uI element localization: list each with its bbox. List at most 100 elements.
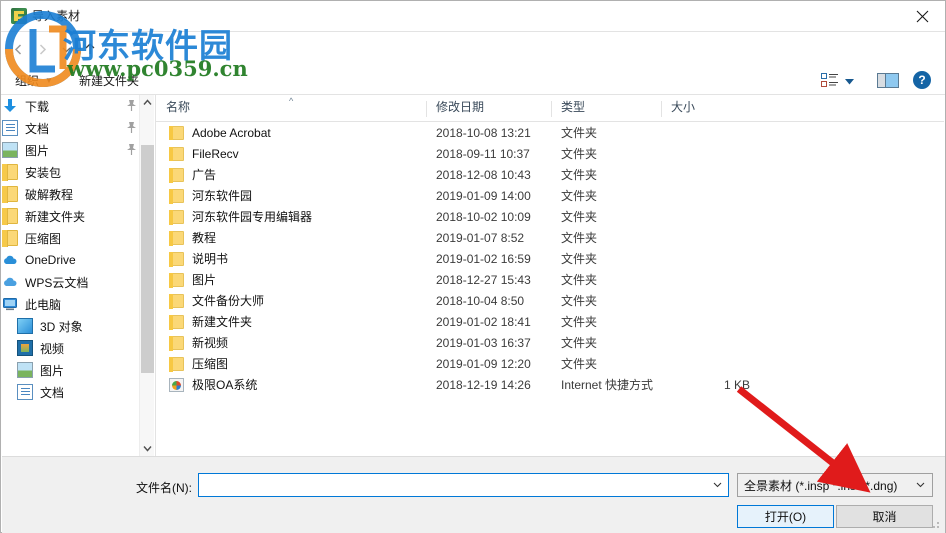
sidebar-item-label: 图片: [40, 363, 65, 378]
sidebar-item-13[interactable]: 文档: [2, 381, 154, 403]
table-row[interactable]: 河东软件园 2019-01-09 14:00 文件夹: [156, 185, 944, 206]
chevron-down-icon[interactable]: [914, 478, 927, 494]
cell-date: 2018-12-08 10:43: [436, 167, 531, 182]
folder-icon: [169, 356, 184, 372]
folder-icon: [2, 186, 18, 203]
table-row[interactable]: Adobe Acrobat 2018-10-08 13:21 文件夹: [156, 122, 944, 143]
close-icon[interactable]: [899, 1, 945, 31]
organize-button[interactable]: 组织 ▼: [15, 70, 53, 90]
arrow-right-icon[interactable]: [31, 38, 53, 60]
help-button[interactable]: ?: [913, 71, 931, 89]
sidebar-item-label: 压缩图: [25, 231, 62, 246]
cell-date: 2018-10-02 10:09: [436, 209, 531, 224]
sidebar-item-1[interactable]: 文档: [2, 117, 154, 139]
pin-icon[interactable]: [126, 99, 137, 112]
chevron-down-icon: ▼: [45, 75, 53, 85]
table-row[interactable]: 新视频 2019-01-03 16:37 文件夹: [156, 332, 944, 353]
new-folder-button[interactable]: 新建文件夹: [79, 70, 139, 90]
cancel-button[interactable]: 取消: [836, 505, 933, 528]
arrow-left-icon[interactable]: [7, 38, 29, 60]
folder-icon: [169, 209, 184, 225]
sidebar-item-6[interactable]: 压缩图: [2, 227, 154, 249]
sidebar-item-7[interactable]: OneDrive: [2, 249, 154, 271]
file-type-filter-combobox[interactable]: 全景素材 (*.insp *.insv *.dng): [737, 473, 933, 497]
table-row[interactable]: 图片 2018-12-27 15:43 文件夹: [156, 269, 944, 290]
arrow-up-icon[interactable]: [79, 38, 101, 60]
sidebar-item-9[interactable]: 此电脑: [2, 293, 154, 315]
table-row[interactable]: 文件备份大师 2018-10-04 8:50 文件夹: [156, 290, 944, 311]
pin-icon[interactable]: [126, 143, 137, 156]
cell-date: 2019-01-02 16:59: [436, 251, 531, 266]
sidebar-item-label: 安装包: [25, 165, 62, 180]
open-button[interactable]: 打开(O): [737, 505, 834, 528]
sidebar-item-12[interactable]: 图片: [2, 359, 154, 381]
folder-icon: [169, 335, 184, 351]
table-row[interactable]: 极限OA系统 2018-12-19 14:26 Internet 快捷方式 1 KB: [156, 374, 944, 395]
this-pc-icon: [2, 296, 18, 312]
cell-name: 广告: [156, 166, 426, 183]
resize-grip[interactable]: [930, 519, 942, 531]
table-row[interactable]: 教程 2019-01-07 8:52 文件夹: [156, 227, 944, 248]
cell-name: 图片: [156, 271, 426, 288]
sidebar-item-label: WPS云文档: [25, 275, 89, 290]
sidebar-item-5[interactable]: 新建文件夹: [2, 205, 154, 227]
pin-icon[interactable]: [126, 121, 137, 134]
folder-icon: [169, 293, 184, 309]
table-row[interactable]: 广告 2018-12-08 10:43 文件夹: [156, 164, 944, 185]
table-row[interactable]: 河东软件园专用编辑器 2018-10-02 10:09 文件夹: [156, 206, 944, 227]
filename-combobox[interactable]: [198, 473, 729, 497]
folder-icon: [169, 272, 184, 288]
filename-input[interactable]: [199, 475, 699, 495]
file-name: 文件备份大师: [192, 294, 265, 308]
chevron-down-icon[interactable]: [711, 478, 724, 494]
cell-date: 2018-10-04 8:50: [436, 293, 525, 308]
chevron-down-icon[interactable]: [55, 38, 77, 60]
sidebar-item-8[interactable]: WPS云文档: [2, 271, 154, 293]
onedrive-icon: [2, 252, 18, 268]
sidebar-item-2[interactable]: 图片: [2, 139, 154, 161]
file-name: 河东软件园专用编辑器: [192, 210, 313, 224]
scrollbar-thumb[interactable]: [141, 145, 154, 373]
cell-type: 文件夹: [561, 231, 598, 245]
cell-date: 2019-01-07 8:52: [436, 230, 525, 245]
column-header-type[interactable]: 类型: [551, 98, 661, 121]
sidebar-item-0[interactable]: 下载: [2, 95, 154, 117]
cell-name: 极限OA系统: [156, 376, 426, 393]
app-icon: [11, 8, 27, 24]
column-header-size[interactable]: 大小: [661, 98, 746, 121]
window-title: 导入素材: [32, 9, 81, 23]
cell-date: 2018-10-08 13:21: [436, 125, 531, 140]
file-name: 压缩图: [192, 357, 229, 371]
sidebar-item-label: 文档: [40, 385, 65, 400]
cell-name: 河东软件园: [156, 187, 426, 204]
table-row[interactable]: 新建文件夹 2019-01-02 18:41 文件夹: [156, 311, 944, 332]
cell-date: 2019-01-03 16:37: [436, 335, 531, 350]
file-rows: Adobe Acrobat 2018-10-08 13:21 文件夹 FileRecv…: [156, 122, 944, 395]
column-header-date[interactable]: 修改日期: [426, 98, 551, 121]
preview-pane-icon[interactable]: [877, 73, 899, 88]
cell-type: 文件夹: [561, 336, 598, 350]
chevron-down-icon[interactable]: [140, 441, 155, 456]
sidebar-item-3[interactable]: 安装包: [2, 161, 154, 183]
chevron-up-icon[interactable]: [140, 95, 155, 110]
sidebar-scrollbar[interactable]: [139, 95, 154, 456]
file-type-filter-value: 全景素材 (*.insp *.insv *.dng): [744, 478, 898, 493]
cell-name: 文件备份大师: [156, 292, 426, 309]
sidebar-item-10[interactable]: 3D 对象: [2, 315, 154, 337]
table-row[interactable]: 说明书 2019-01-02 16:59 文件夹: [156, 248, 944, 269]
cell-date: 2018-09-11 10:37: [436, 146, 530, 161]
table-row[interactable]: FileRecv 2018-09-11 10:37 文件夹: [156, 143, 944, 164]
chevron-down-icon[interactable]: [844, 75, 855, 89]
download-icon: [2, 98, 18, 114]
sort-indicator: ^: [289, 96, 294, 106]
list-view-icon[interactable]: [821, 73, 839, 87]
table-row[interactable]: 压缩图 2019-01-09 12:20 文件夹: [156, 353, 944, 374]
sidebar-item-11[interactable]: 视频: [2, 337, 154, 359]
wps-cloud-icon: [2, 274, 18, 290]
sidebar-item-4[interactable]: 破解教程: [2, 183, 154, 205]
cell-type: Internet 快捷方式: [561, 378, 654, 392]
column-header: 名称 修改日期 类型 大小 ^: [156, 95, 944, 122]
cell-name: 新视频: [156, 334, 426, 351]
file-name: 新建文件夹: [192, 315, 253, 329]
cell-name: 教程: [156, 229, 426, 246]
